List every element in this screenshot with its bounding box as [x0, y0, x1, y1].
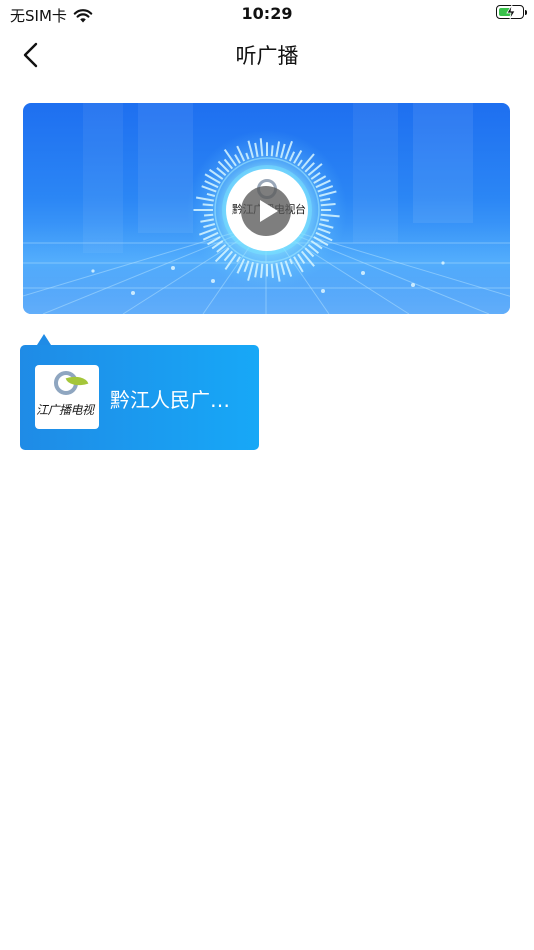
play-icon: [260, 200, 278, 222]
nav-bar: 听广播: [0, 30, 534, 78]
page-title: 听广播: [235, 44, 299, 68]
station-name: 黔江人民广播电台: [110, 388, 248, 412]
station-logo-text: 江广播电视: [36, 403, 94, 417]
station-card[interactable]: 江广播电视 黔江人民广播电台: [20, 334, 259, 450]
status-time: 10:29: [241, 4, 293, 23]
play-button[interactable]: [241, 186, 291, 236]
status-bar: 无SIM卡 10:29: [0, 0, 534, 28]
station-logo: 江广播电视: [35, 365, 99, 429]
battery-charging-icon: [496, 5, 527, 19]
broadcast-banner[interactable]: 黔江广播电视台: [23, 103, 510, 314]
card-pointer: [37, 334, 51, 345]
